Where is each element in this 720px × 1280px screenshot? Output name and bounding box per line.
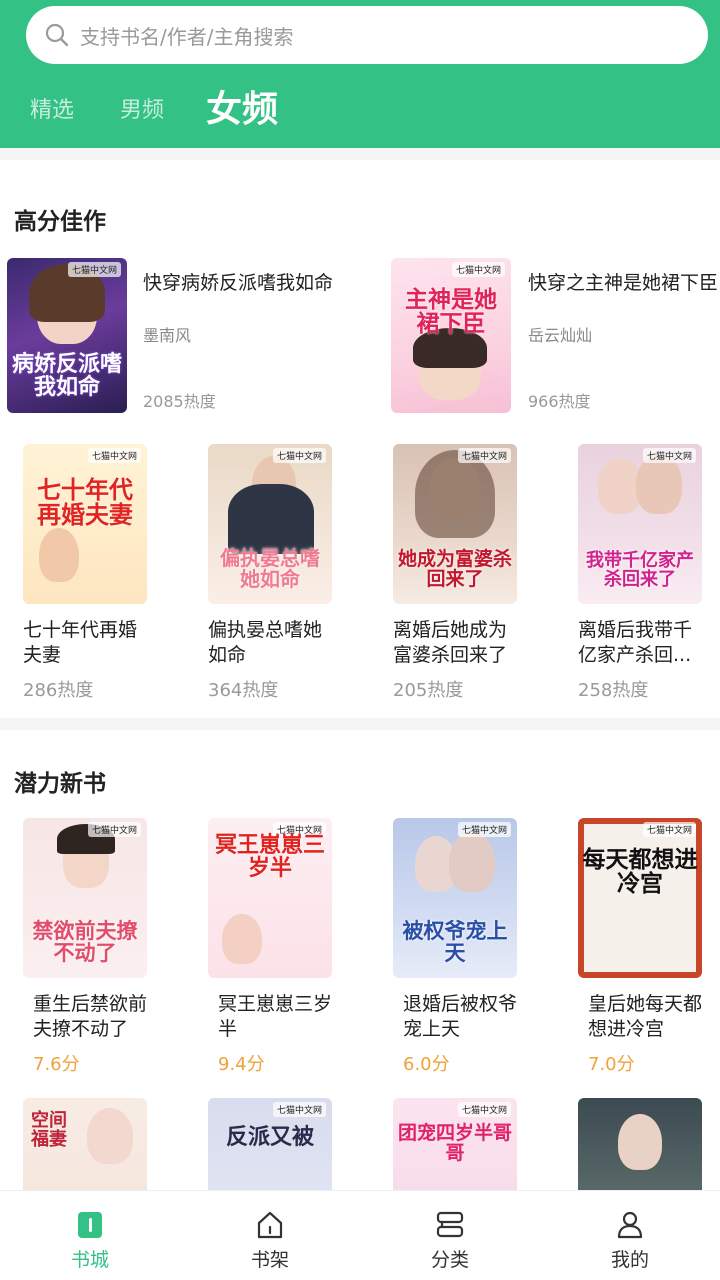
cover-title-art: 她成为富婆杀回来了 xyxy=(397,548,512,591)
nav-label: 书架 xyxy=(250,1249,289,1271)
cover-logo: 七猫中文网 xyxy=(457,822,511,837)
cover-logo: 七猫中文网 xyxy=(642,448,696,463)
cover-title-art: 被权爷宠上天 xyxy=(402,918,508,965)
cover-figure-suit xyxy=(228,484,314,554)
tab-male[interactable]: 男频 xyxy=(120,92,164,124)
book-title[interactable]: 七十年代再婚夫妻 xyxy=(23,618,153,668)
cover-title-art: 七十年代再婚夫妻 xyxy=(37,476,133,530)
cover-figure xyxy=(618,1114,662,1170)
book-cover[interactable]: 七猫中文网 反派又被 xyxy=(208,1098,332,1200)
cover-title-art: 反派又被 xyxy=(225,1125,314,1150)
book-author: 墨南风 xyxy=(143,326,192,345)
book-cover[interactable] xyxy=(578,1098,702,1200)
tab-featured[interactable]: 精选 xyxy=(30,92,74,124)
book-title[interactable]: 冥王崽崽三岁半 xyxy=(218,992,348,1042)
book-heat: 364热度 xyxy=(208,680,279,701)
cover-logo: 七猫中文网 xyxy=(272,448,326,463)
nav-label: 我的 xyxy=(610,1249,649,1271)
cover-figure xyxy=(87,1108,133,1164)
search-input[interactable]: 支持书名/作者/主角搜索 xyxy=(26,6,708,64)
cover-figure-2 xyxy=(449,832,495,892)
book-title[interactable]: 重生后禁欲前夫撩不动了 xyxy=(33,992,163,1042)
book-score: 7.0分 xyxy=(588,1054,635,1075)
book-cover[interactable]: 七猫中文网 她成为富婆杀回来了 xyxy=(393,444,517,604)
bookshelf-home-icon xyxy=(257,1211,283,1239)
book-cover[interactable]: 空间福妻 xyxy=(23,1098,147,1200)
search-placeholder: 支持书名/作者/主角搜索 xyxy=(80,24,294,49)
cover-hair xyxy=(415,450,495,538)
search-icon xyxy=(45,23,69,47)
cover-title-art: 主神是她裙下臣 xyxy=(405,287,497,338)
nav-bookshelf[interactable]: 书架 xyxy=(180,1191,360,1280)
book-heat: 2085热度 xyxy=(143,392,216,411)
cover-figure xyxy=(222,914,262,964)
book-cover[interactable]: 七猫中文网 偏执晏总嗜她如命 xyxy=(208,444,332,604)
cover-logo: 七猫中文网 xyxy=(642,822,696,837)
category-icon xyxy=(436,1211,464,1238)
book-title[interactable]: 退婚后被权爷宠上天 xyxy=(403,992,533,1042)
high-score-section: 高分佳作 七猫中文网 病娇反派嗜我如命 快穿病娇反派嗜我如命 墨南风 2085热… xyxy=(0,160,720,718)
nav-profile[interactable]: 我的 xyxy=(540,1191,720,1280)
cover-logo: 七猫中文网 xyxy=(272,1102,326,1117)
book-cover[interactable]: 七猫中文网 病娇反派嗜我如命 xyxy=(7,258,127,413)
book-heat: 258热度 xyxy=(578,680,649,701)
book-cover[interactable]: 七猫中文网 团宠四岁半哥哥 xyxy=(393,1098,517,1200)
book-title[interactable]: 快穿之主神是她裙下臣 xyxy=(528,268,718,295)
book-heat: 286热度 xyxy=(23,680,94,701)
cover-title-art: 团宠四岁半哥哥 xyxy=(397,1122,512,1164)
cover-title-art: 偏执晏总嗜她如命 xyxy=(220,546,320,591)
nav-label: 分类 xyxy=(430,1249,469,1271)
cover-logo: 七猫中文网 xyxy=(457,1102,511,1117)
book-title[interactable]: 快穿病娇反派嗜我如命 xyxy=(143,268,333,295)
cover-title-art: 空间福妻 xyxy=(31,1110,67,1150)
cover-title-art: 禁欲前夫撩不动了 xyxy=(32,918,138,965)
cover-figure xyxy=(39,528,79,582)
book-score: 9.4分 xyxy=(218,1054,265,1075)
nav-book-city[interactable]: 书城 xyxy=(0,1191,180,1280)
book-cover[interactable]: 七猫中文网 我带千亿家产杀回来了 xyxy=(578,444,702,604)
channel-tabs: 精选 男频 女频 xyxy=(0,76,720,136)
bottom-nav: 书城 书架 分类 我的 xyxy=(0,1190,720,1280)
book-city-icon xyxy=(78,1212,102,1238)
book-title[interactable]: 偏执晏总嗜她如命 xyxy=(208,618,338,668)
book-cover[interactable]: 七猫中文网 冥王崽崽三岁半 xyxy=(208,818,332,978)
book-cover[interactable]: 七猫中文网 禁欲前夫撩不动了 xyxy=(23,818,147,978)
nav-category[interactable]: 分类 xyxy=(360,1191,540,1280)
book-title[interactable]: 皇后她每天都想进冷宫 xyxy=(588,992,718,1042)
cover-logo: 七猫中文网 xyxy=(67,262,121,277)
book-heat: 966热度 xyxy=(528,392,591,411)
cover-title-art: 我带千亿家产杀回来了 xyxy=(586,550,694,591)
profile-icon xyxy=(617,1211,643,1239)
book-cover[interactable]: 七猫中文网 主神是她裙下臣 xyxy=(391,258,511,413)
tab-female[interactable]: 女频 xyxy=(206,80,278,132)
top-header: 支持书名/作者/主角搜索 精选 男频 女频 xyxy=(0,0,720,148)
cover-title-art: 病娇反派嗜我如命 xyxy=(11,351,122,400)
book-author: 岳云灿灿 xyxy=(528,326,593,345)
cover-title-art: 冥王崽崽三岁半 xyxy=(214,833,325,882)
book-score: 7.6分 xyxy=(33,1054,80,1075)
cover-logo: 七猫中文网 xyxy=(87,822,141,837)
cover-logo: 七猫中文网 xyxy=(457,448,511,463)
book-heat: 205热度 xyxy=(393,680,464,701)
section-title: 潜力新书 xyxy=(14,771,106,797)
book-title[interactable]: 离婚后我带千亿家产杀回... xyxy=(578,618,708,668)
nav-label: 书城 xyxy=(70,1249,109,1271)
book-cover[interactable]: 七猫中文网 七十年代再婚夫妻 xyxy=(23,444,147,604)
book-score: 6.0分 xyxy=(403,1054,450,1075)
new-books-section: 潜力新书 七猫中文网 禁欲前夫撩不动了 七猫中文网 冥王崽崽三岁半 七猫中文网 … xyxy=(0,730,720,1200)
cover-logo: 七猫中文网 xyxy=(451,262,505,277)
section-title: 高分佳作 xyxy=(14,209,106,235)
cover-logo: 七猫中文网 xyxy=(87,448,141,463)
cover-title-art: 每天都想进冷宫 xyxy=(582,847,698,898)
cover-figure-2 xyxy=(636,454,682,514)
book-cover[interactable]: 七猫中文网 每天都想进冷宫 xyxy=(578,818,702,978)
book-cover[interactable]: 七猫中文网 被权爷宠上天 xyxy=(393,818,517,978)
book-title[interactable]: 离婚后她成为富婆杀回来了 xyxy=(393,618,523,668)
